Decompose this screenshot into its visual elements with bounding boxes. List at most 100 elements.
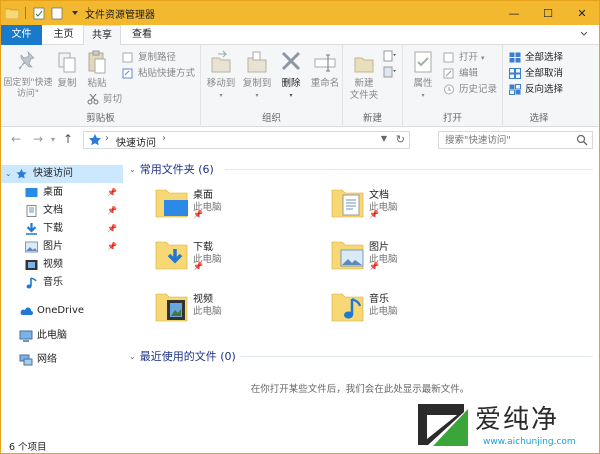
new-folder-icon [353, 50, 375, 76]
folder-tile-downloads[interactable]: 下载 此电脑 📌 [155, 237, 325, 281]
expand-arrow-icon[interactable]: ⌄ [5, 165, 12, 183]
copy-button[interactable]: 复制 [53, 50, 81, 90]
nav-label-network: 网络 [37, 354, 57, 365]
move-to-button[interactable]: 移动到 ▾ [203, 50, 239, 102]
paste-shortcut-button[interactable]: 粘贴快捷方式 [122, 66, 195, 81]
search-box[interactable] [438, 131, 593, 149]
folder-tile-music[interactable]: 音乐 此电脑 [331, 289, 501, 333]
pin-icon: 📌 [107, 242, 117, 251]
delete-button[interactable]: 删除 ▾ [275, 50, 307, 102]
watermark-text: 爱纯净 [475, 405, 560, 435]
open-button[interactable]: 打开 ▾ [443, 50, 485, 65]
pin-quick-access-button[interactable]: 固定到"快速访问" [3, 50, 53, 100]
collapse-arrow-icon[interactable]: ⌄ [129, 352, 136, 361]
select-all-button[interactable]: 全部选择 [509, 50, 563, 65]
pin-icon: 📌 [193, 210, 203, 219]
open-label: 打开 [459, 52, 479, 63]
nav-item-onedrive[interactable]: OneDrive [1, 302, 123, 320]
nav-item-videos[interactable]: 视频 [1, 256, 123, 274]
address-dropdown-icon[interactable]: ▼ [381, 134, 387, 143]
history-button[interactable]: 历史记录 [443, 82, 497, 97]
nav-label-desktop: 桌面 [43, 187, 63, 198]
paste-label: 粘贴 [87, 78, 107, 89]
breadcrumb-quick-access[interactable]: 快速访问 [116, 134, 156, 149]
nav-item-quick-access[interactable]: ⌄ 快速访问 [1, 165, 123, 183]
nav-item-documents[interactable]: 文档 📌 [1, 202, 123, 220]
breadcrumb-separator-icon[interactable]: › [162, 133, 166, 144]
invert-selection-icon [509, 84, 521, 95]
organize-group: 移动到 ▾ 复制到 ▾ 删除 ▾ 重命名 组织 [201, 45, 343, 127]
close-button[interactable]: ✕ [565, 1, 599, 25]
pin-icon [17, 50, 39, 76]
select-none-button[interactable]: 全部取消 [509, 66, 563, 81]
tab-home[interactable]: 主页 [45, 25, 82, 45]
status-item-count: 6 个项目 [9, 442, 47, 453]
copy-to-label: 复制到 [242, 78, 272, 89]
pin-icon: 📌 [369, 262, 379, 271]
copy-path-label: 复制路径 [138, 52, 177, 63]
delete-x-icon [280, 50, 302, 76]
new-folder-quick-icon[interactable] [50, 6, 64, 20]
frequent-folders-header[interactable]: ⌄ 常用文件夹 (6) [129, 161, 214, 177]
copy-to-button[interactable]: 复制到 ▾ [239, 50, 275, 102]
properties-quick-icon[interactable] [32, 6, 46, 20]
address-bar[interactable]: › 快速访问 › ▼ ↻ [83, 131, 410, 149]
folder-tile-desktop[interactable]: 桌面 此电脑 📌 [155, 185, 325, 229]
easy-access-button[interactable] [383, 66, 397, 81]
copy-path-button[interactable]: 复制路径 [122, 50, 176, 65]
rename-button[interactable]: 重命名 [307, 50, 343, 90]
maximize-button[interactable]: ☐ [531, 1, 565, 25]
navigation-pane: ⌄ 快速访问 桌面 📌 文档 📌 下载 📌 图片 📌 视频 音乐 OneDriv… [1, 155, 123, 435]
collapse-arrow-icon[interactable]: ⌄ [129, 165, 136, 174]
new-item-button[interactable] [383, 50, 397, 65]
copy-path-icon [122, 52, 134, 63]
paste-button[interactable]: 粘贴 [81, 50, 113, 90]
nav-item-pictures[interactable]: 图片 📌 [1, 238, 123, 256]
clipboard-group: 固定到"快速访问" 复制 粘贴 复制路径 粘贴快捷方式 剪切 剪贴板 [1, 45, 201, 127]
folder-location: 此电脑 [193, 306, 222, 317]
expand-ribbon-icon[interactable] [579, 29, 591, 41]
search-input[interactable] [439, 132, 569, 148]
tab-share[interactable]: 共享 [83, 25, 121, 46]
ribbon: 固定到"快速访问" 复制 粘贴 复制路径 粘贴快捷方式 剪切 剪贴板 移动到 ▾… [1, 45, 599, 127]
watermark-url: www.aichunjing.com [483, 437, 576, 447]
nav-item-network[interactable]: 网络 [1, 351, 123, 369]
folder-tile-pictures[interactable]: 图片 此电脑 📌 [331, 237, 501, 281]
recent-files-header[interactable]: ⌄ 最近使用的文件 (0) [129, 348, 236, 364]
folder-tile-documents[interactable]: 文档 此电脑 📌 [331, 185, 501, 229]
select-all-icon [509, 52, 521, 63]
tab-view[interactable]: 查看 [123, 25, 161, 45]
pictures-icon [25, 241, 38, 253]
tab-file[interactable]: 文件 [1, 25, 42, 45]
nav-item-downloads[interactable]: 下载 📌 [1, 220, 123, 238]
up-arrow-icon[interactable]: ↑ [63, 132, 73, 146]
edit-button[interactable]: 编辑 [443, 66, 478, 81]
copy-icon [56, 50, 78, 76]
rename-icon [314, 50, 336, 76]
forward-arrow-icon[interactable]: → [33, 132, 43, 146]
properties-button[interactable]: 属性 ▾ [407, 50, 439, 102]
desktop-icon [25, 187, 38, 199]
nav-item-desktop[interactable]: 桌面 📌 [1, 184, 123, 202]
ribbon-tabs: 文件 主页 共享 查看 [1, 25, 599, 46]
new-folder-button[interactable]: 新建 文件夹 [347, 50, 381, 102]
select-none-label: 全部取消 [525, 68, 564, 79]
back-arrow-icon[interactable]: ← [11, 132, 21, 146]
folder-location: 此电脑 [369, 306, 398, 317]
open-icon [443, 52, 455, 63]
folder-tile-videos[interactable]: 视频 此电脑 [155, 289, 325, 333]
minimize-button[interactable]: — [497, 1, 531, 25]
nav-item-music[interactable]: 音乐 [1, 274, 123, 292]
pin-icon: 📌 [193, 262, 203, 271]
search-icon [576, 134, 588, 146]
cut-button[interactable]: 剪切 [87, 92, 122, 107]
title-bar: 文件资源管理器 — ☐ ✕ [1, 1, 599, 25]
qat-dropdown-icon[interactable] [68, 6, 82, 20]
invert-selection-button[interactable]: 反向选择 [509, 82, 563, 97]
nav-label-this-pc: 此电脑 [37, 330, 67, 341]
recent-locations-icon[interactable]: ▾ [51, 135, 55, 144]
invert-selection-label: 反向选择 [525, 84, 564, 95]
nav-label-videos: 视频 [43, 259, 63, 270]
refresh-icon[interactable]: ↻ [396, 133, 405, 146]
nav-item-this-pc[interactable]: 此电脑 [1, 327, 123, 345]
